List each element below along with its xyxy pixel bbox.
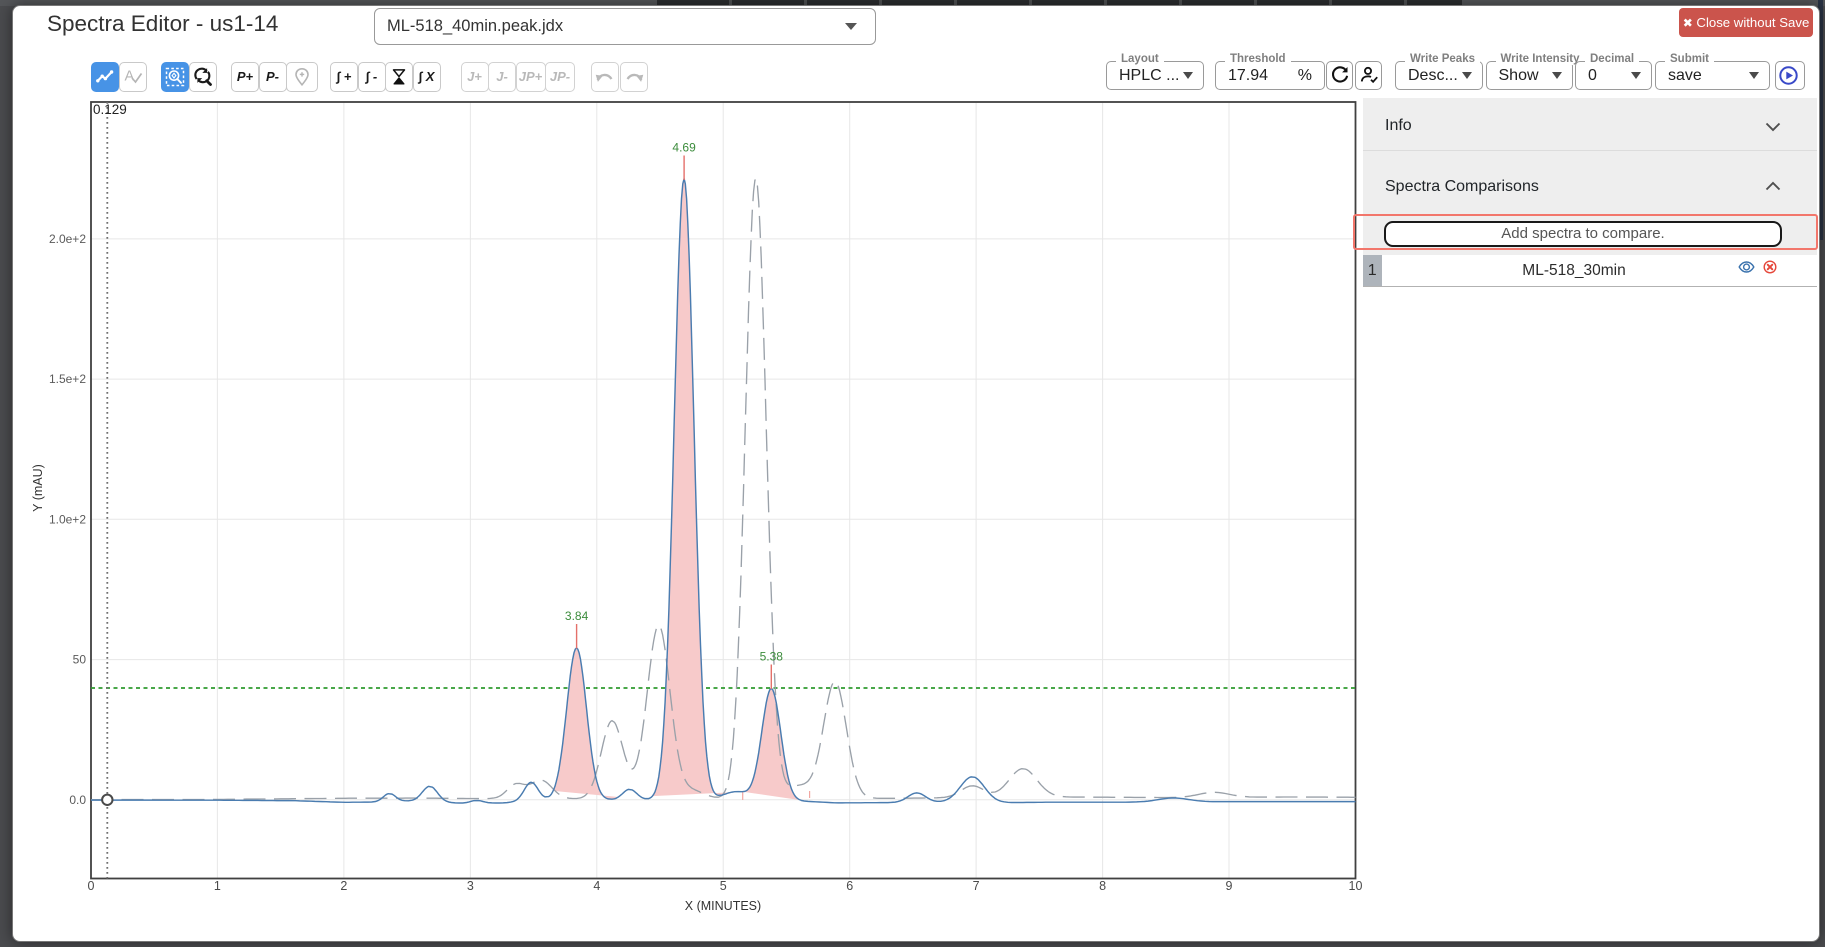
svg-text:1.5e+2: 1.5e+2 [49, 372, 86, 386]
svg-text:2.0e+2: 2.0e+2 [49, 232, 86, 246]
svg-text:5: 5 [720, 879, 727, 893]
svg-text:3: 3 [467, 879, 474, 893]
svg-text:Y (mAU): Y (mAU) [31, 464, 45, 512]
svg-text:10: 10 [1349, 879, 1363, 893]
svg-text:4: 4 [593, 879, 600, 893]
svg-text:1: 1 [214, 879, 221, 893]
svg-text:6: 6 [846, 879, 853, 893]
svg-text:0.129: 0.129 [93, 102, 127, 117]
svg-text:9: 9 [1226, 879, 1233, 893]
svg-text:0: 0 [88, 879, 95, 893]
svg-text:50: 50 [73, 653, 87, 667]
svg-text:0.0: 0.0 [69, 793, 86, 807]
svg-text:4.69: 4.69 [672, 141, 696, 155]
svg-text:1.0e+2: 1.0e+2 [49, 512, 86, 526]
svg-text:X (MINUTES): X (MINUTES) [685, 899, 761, 913]
svg-text:3.84: 3.84 [565, 609, 589, 623]
svg-text:7: 7 [973, 879, 980, 893]
svg-text:5.38: 5.38 [760, 650, 784, 664]
svg-text:8: 8 [1099, 879, 1106, 893]
svg-text:2: 2 [340, 879, 347, 893]
